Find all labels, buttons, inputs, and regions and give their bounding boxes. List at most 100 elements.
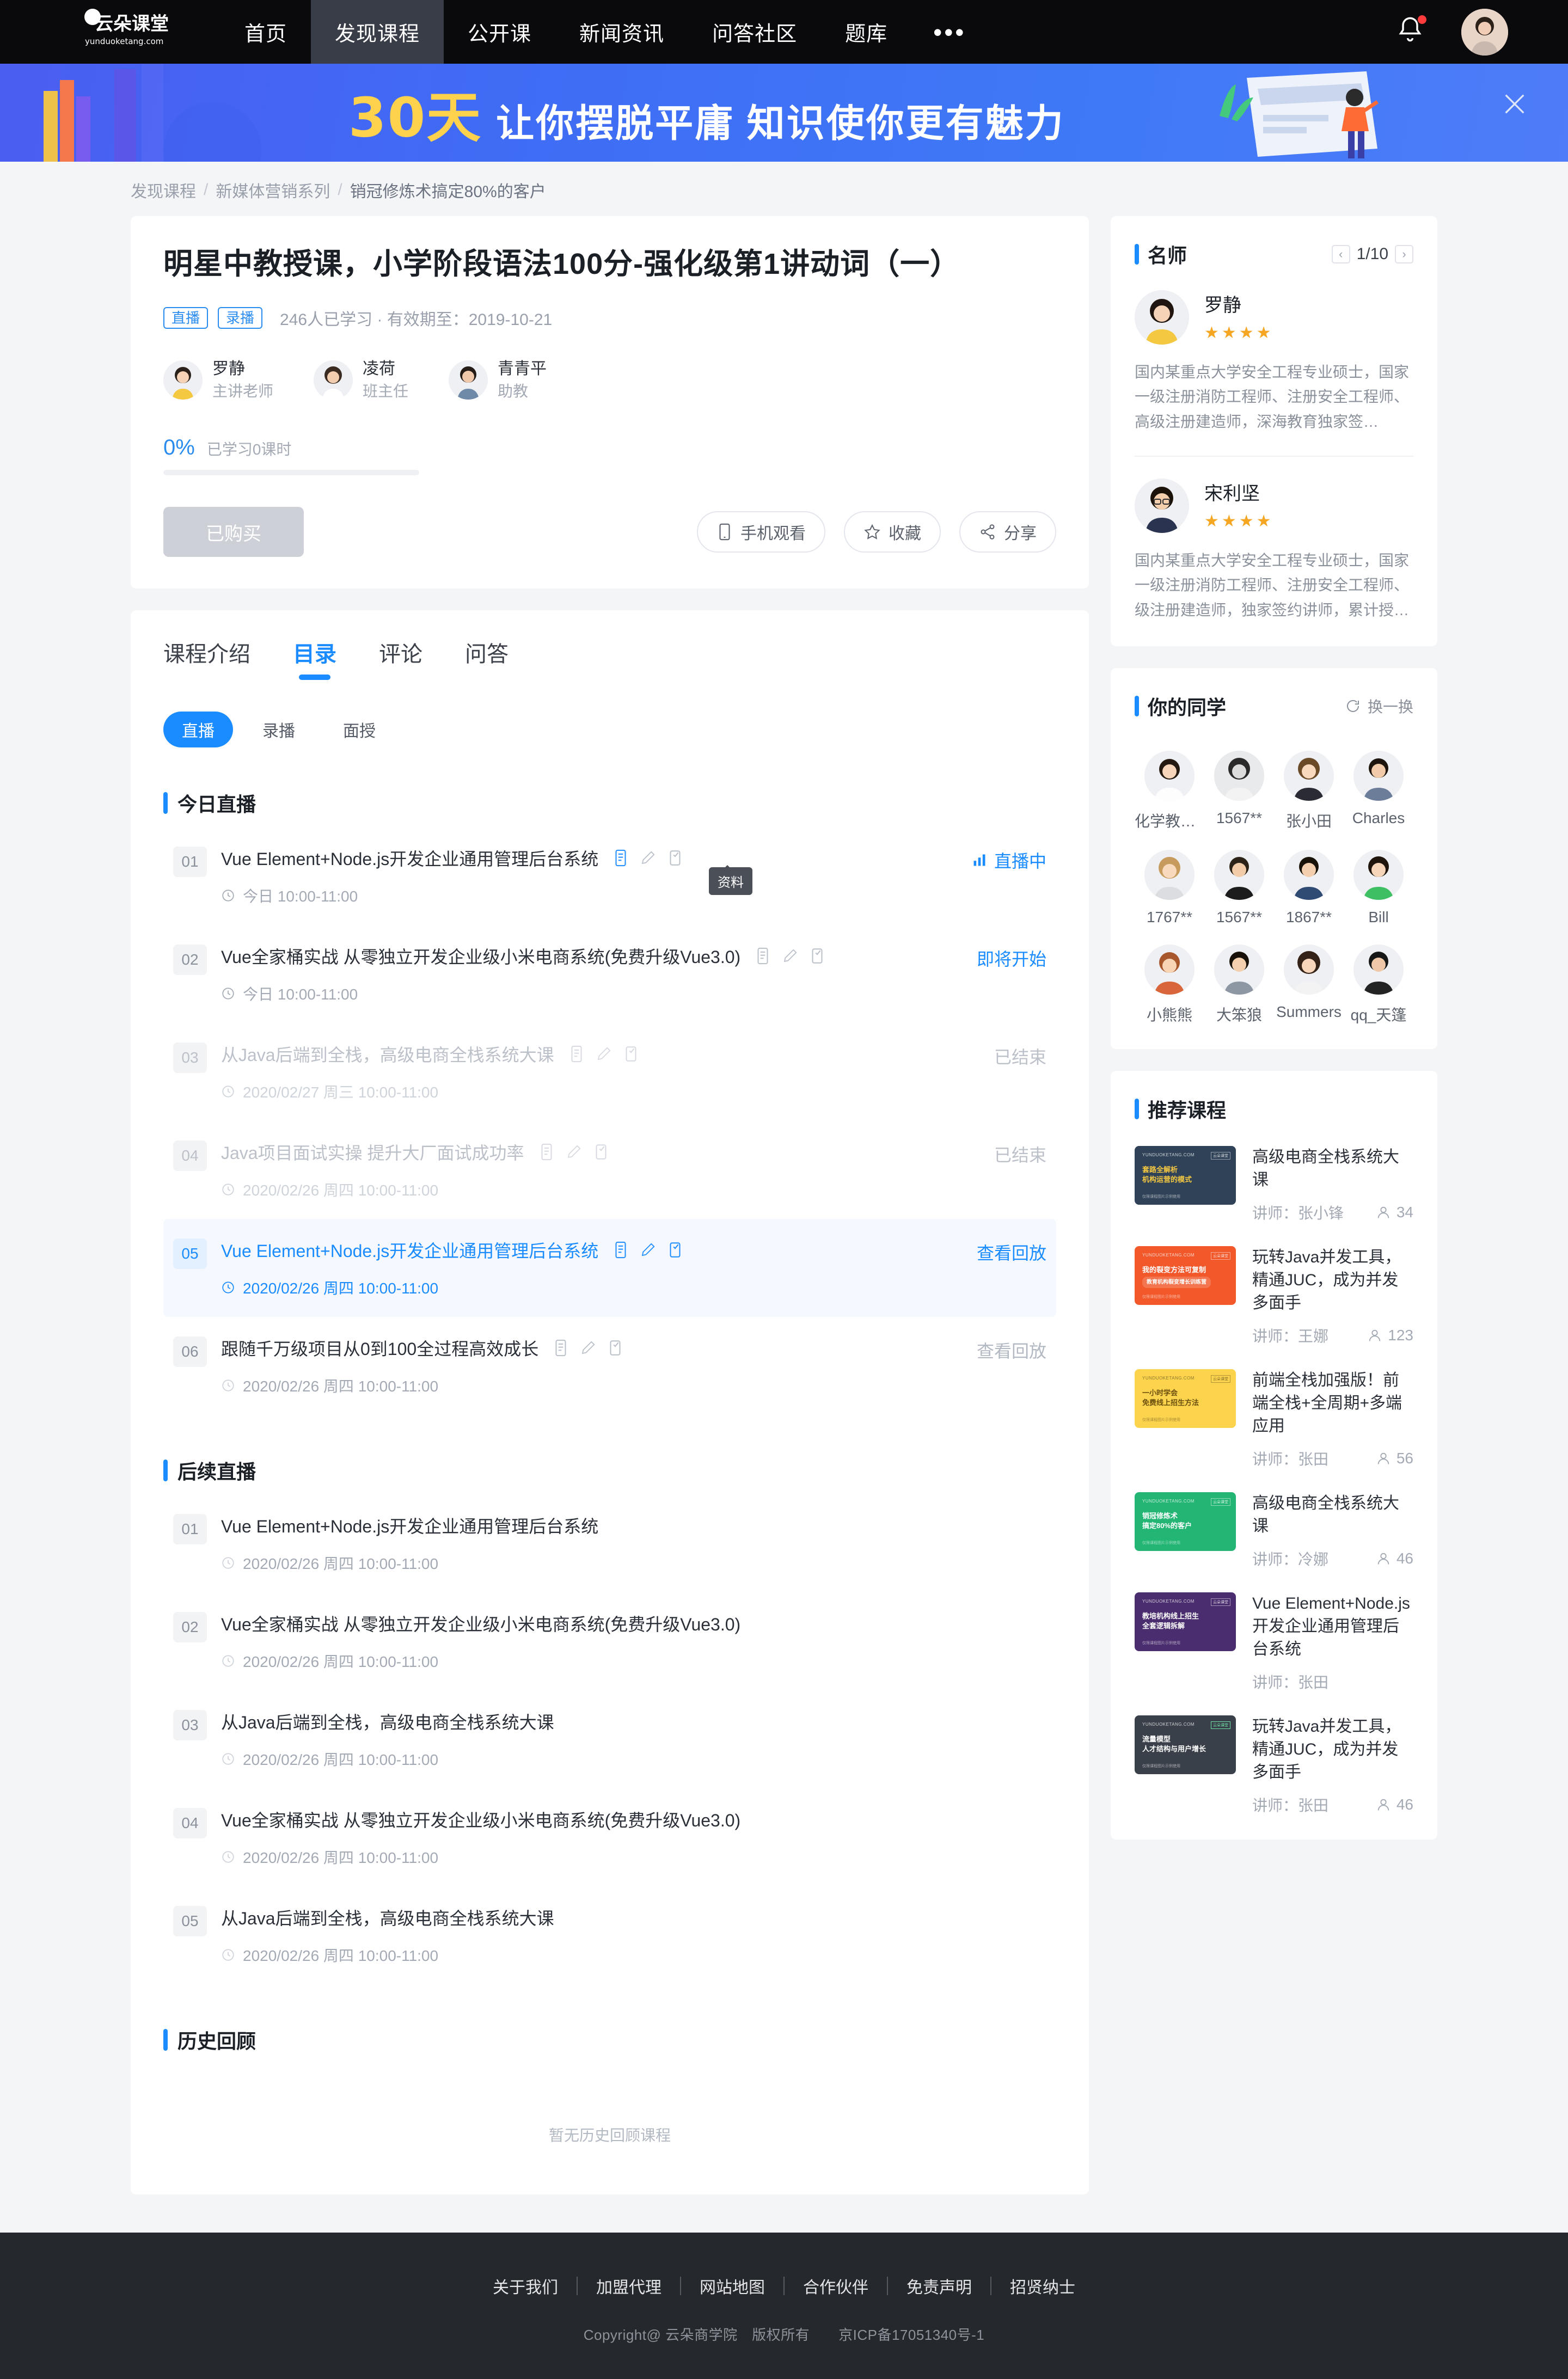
lesson-row[interactable]: 03 从Java后端到全栈，高级电商全栈系统大课 2020/02/26 周四 1… — [163, 1690, 1056, 1788]
homework-icon[interactable] — [640, 849, 656, 867]
lesson-row[interactable]: 05 从Java后端到全栈，高级电商全栈系统大课 2020/02/26 周四 1… — [163, 1886, 1056, 1984]
lesson-row[interactable]: 02 Vue全家桶实战 从零独立开发企业级小米电商系统(免费升级Vue3.0) — [163, 925, 1056, 1023]
course-teacher[interactable]: 青青平 助教 — [449, 358, 547, 402]
chip-recorded[interactable]: 录播 — [244, 712, 314, 747]
course-teacher[interactable]: 罗静 主讲老师 — [163, 358, 273, 402]
famous-teacher-item[interactable]: 罗静 ★★★★ — [1135, 290, 1413, 345]
exam-icon[interactable] — [623, 1045, 639, 1063]
tab-comments[interactable]: 评论 — [379, 636, 422, 680]
classmate-item[interactable]: 张小田 — [1274, 751, 1344, 831]
promo-banner[interactable]: 30天 让你摆脱平庸 知识使你更有魅力 — [0, 64, 1568, 162]
course-tag-live: 直播 — [163, 306, 209, 329]
course-teacher[interactable]: 凌荷 班主任 — [314, 358, 408, 402]
classmate-item[interactable]: 化学教书… — [1135, 751, 1204, 831]
lesson-row[interactable]: 04 Vue全家桶实战 从零独立开发企业级小米电商系统(免费升级Vue3.0) … — [163, 1788, 1056, 1886]
famous-teacher-item[interactable]: 宋利坚 ★★★★ — [1135, 479, 1413, 534]
lesson-status[interactable]: 查看回放 — [977, 1240, 1046, 1265]
next-teacher-button[interactable]: › — [1395, 245, 1413, 263]
lesson-row[interactable]: 01 Vue Element+Node.js开发企业通用管理后台系统 今日 10… — [163, 827, 1056, 925]
classmate-item[interactable]: 小熊熊 — [1135, 945, 1204, 1025]
exam-icon[interactable] — [667, 849, 683, 867]
lesson-status[interactable]: 直播中 — [971, 848, 1046, 873]
classmate-item[interactable]: Charles — [1344, 751, 1413, 831]
notification-bell-icon[interactable] — [1396, 14, 1429, 50]
classmate-item[interactable]: 1567** — [1204, 850, 1274, 926]
star-icon — [864, 524, 880, 539]
lesson-row[interactable]: 05 Vue Element+Node.js开发企业通用管理后台系统 2020/… — [163, 1219, 1056, 1317]
classmate-item[interactable]: Bill — [1344, 850, 1413, 926]
footer-link-partners[interactable]: 合作伙伴 — [785, 2274, 887, 2298]
exam-icon[interactable] — [607, 1339, 623, 1357]
exam-icon[interactable] — [593, 1143, 609, 1161]
classmate-item[interactable]: 1867** — [1274, 850, 1344, 926]
classmate-item[interactable]: 1567** — [1204, 751, 1274, 831]
lesson-status[interactable]: 即将开始 — [977, 946, 1046, 971]
material-icon[interactable] — [553, 1339, 569, 1357]
tab-qa[interactable]: 问答 — [465, 636, 509, 680]
homework-icon[interactable] — [596, 1045, 612, 1063]
nav-link-news[interactable]: 新闻资讯 — [555, 0, 688, 64]
share-button[interactable]: 分享 — [959, 511, 1056, 553]
material-icon[interactable] — [538, 1143, 555, 1161]
classmate-item[interactable]: Summers — [1274, 945, 1344, 1025]
classmate-item[interactable]: 大笨狼 — [1204, 945, 1274, 1025]
lesson-status: 已结束 — [994, 1142, 1046, 1167]
homework-icon[interactable] — [782, 947, 798, 965]
recommended-course-item[interactable]: YUNDUOKETANG.COM 云朵课堂 流量模型 人才结构与用户增长 仅限课程… — [1135, 1715, 1413, 1816]
material-icon[interactable] — [612, 849, 629, 867]
nav-link-open-courses[interactable]: 公开课 — [444, 0, 555, 64]
footer-link-sitemap[interactable]: 网站地图 — [681, 2274, 783, 2298]
swap-classmates-button[interactable]: 换一换 — [1345, 695, 1413, 717]
homework-icon[interactable] — [640, 1241, 656, 1259]
lesson-row[interactable]: 04 Java项目面试实操 提升大厂面试成功率 2020/02/26 周四 10… — [163, 1121, 1056, 1219]
course-meta-text: 246人已学习 · 有效期至：2019-10-21 — [280, 310, 553, 329]
material-icon[interactable] — [568, 1045, 585, 1063]
site-logo[interactable]: 云朵课堂 yunduoketang.com — [60, 5, 196, 59]
footer-link-about[interactable]: 关于我们 — [474, 2274, 577, 2298]
lesson-row[interactable]: 03 从Java后端到全栈，高级电商全栈系统大课 2020/02/27 周三 1… — [163, 1023, 1056, 1121]
banner-highlight: 30天 — [348, 85, 482, 150]
recommended-course-item[interactable]: YUNDUOKETANG.COM 云朵课堂 我的裂变方法可复制 教育机构裂变增长训… — [1135, 1246, 1413, 1346]
chip-live[interactable]: 直播 — [163, 712, 233, 748]
footer-link-careers[interactable]: 招贤纳士 — [991, 2274, 1094, 2298]
avatar — [1144, 850, 1195, 900]
mobile-watch-button[interactable]: 手机观看 — [697, 511, 825, 553]
favorite-button[interactable]: 收藏 — [844, 511, 941, 553]
classmate-item[interactable]: qq_天篷 — [1344, 945, 1413, 1025]
nav-more-icon[interactable]: ••• — [911, 0, 988, 64]
homework-icon[interactable] — [580, 1339, 596, 1357]
breadcrumb-item-0[interactable]: 发现课程 — [131, 178, 196, 202]
banner-slogan: 让你摆脱平庸 知识使你更有魅力 — [496, 102, 1065, 145]
tab-course-intro[interactable]: 课程介绍 — [163, 636, 250, 680]
nav-link-discover-courses[interactable]: 发现课程 — [311, 0, 444, 64]
nav-link-home[interactable]: 首页 — [220, 0, 311, 64]
banner-close-icon[interactable] — [1499, 89, 1530, 119]
recommended-course-item[interactable]: YUNDUOKETANG.COM 云朵课堂 教培机构线上招生 全套逻辑拆解 仅限课… — [1135, 1592, 1413, 1693]
footer-link-franchise[interactable]: 加盟代理 — [578, 2274, 680, 2298]
prev-teacher-button[interactable]: ‹ — [1331, 245, 1350, 263]
chip-offline[interactable]: 面授 — [324, 712, 394, 747]
exam-icon[interactable] — [809, 947, 825, 965]
user-avatar[interactable] — [1461, 8, 1508, 56]
footer-link-disclaimer[interactable]: 免责声明 — [888, 2274, 990, 2298]
classmate-item[interactable]: 1767** — [1135, 850, 1204, 926]
breadcrumb-item-1[interactable]: 新媒体营销系列 — [216, 178, 330, 202]
detail-tabs: 课程介绍 目录 评论 问答 — [163, 636, 1056, 680]
nav-link-qa-community[interactable]: 问答社区 — [688, 0, 821, 64]
nav-link-question-bank[interactable]: 题库 — [821, 0, 911, 64]
lesson-row[interactable]: 01 Vue Element+Node.js开发企业通用管理后台系统 2020/… — [163, 1494, 1056, 1592]
recommended-course-item[interactable]: YUNDUOKETANG.COM 云朵课堂 一小时学会 免费线上招生方法 仅限课程… — [1135, 1369, 1413, 1469]
lesson-number: 05 — [173, 1238, 207, 1270]
svg-text:yunduoketang.com: yunduoketang.com — [85, 36, 163, 46]
purchased-button[interactable]: 已购买 — [163, 507, 304, 557]
recommended-course-item[interactable]: YUNDUOKETANG.COM 云朵课堂 销冠修炼术 搞定80%的客户 仅限课程… — [1135, 1492, 1413, 1569]
material-icon[interactable] — [612, 1241, 629, 1259]
lesson-row[interactable]: 06 跟随千万级项目从0到100全过程高效成长 2020/02/26 周四 10… — [163, 1317, 1056, 1415]
lesson-row[interactable]: 02 Vue全家桶实战 从零独立开发企业级小米电商系统(免费升级Vue3.0) … — [163, 1592, 1056, 1690]
material-icon[interactable] — [755, 947, 771, 965]
recommended-course-item[interactable]: YUNDUOKETANG.COM 云朵课堂 套路全解析 机构运营的模式 仅限课程图… — [1135, 1146, 1413, 1223]
homework-icon[interactable] — [566, 1143, 582, 1161]
lesson-status[interactable]: 查看回放 — [977, 1338, 1046, 1363]
exam-icon[interactable] — [667, 1241, 683, 1259]
tab-catalog[interactable]: 目录 — [293, 636, 336, 680]
